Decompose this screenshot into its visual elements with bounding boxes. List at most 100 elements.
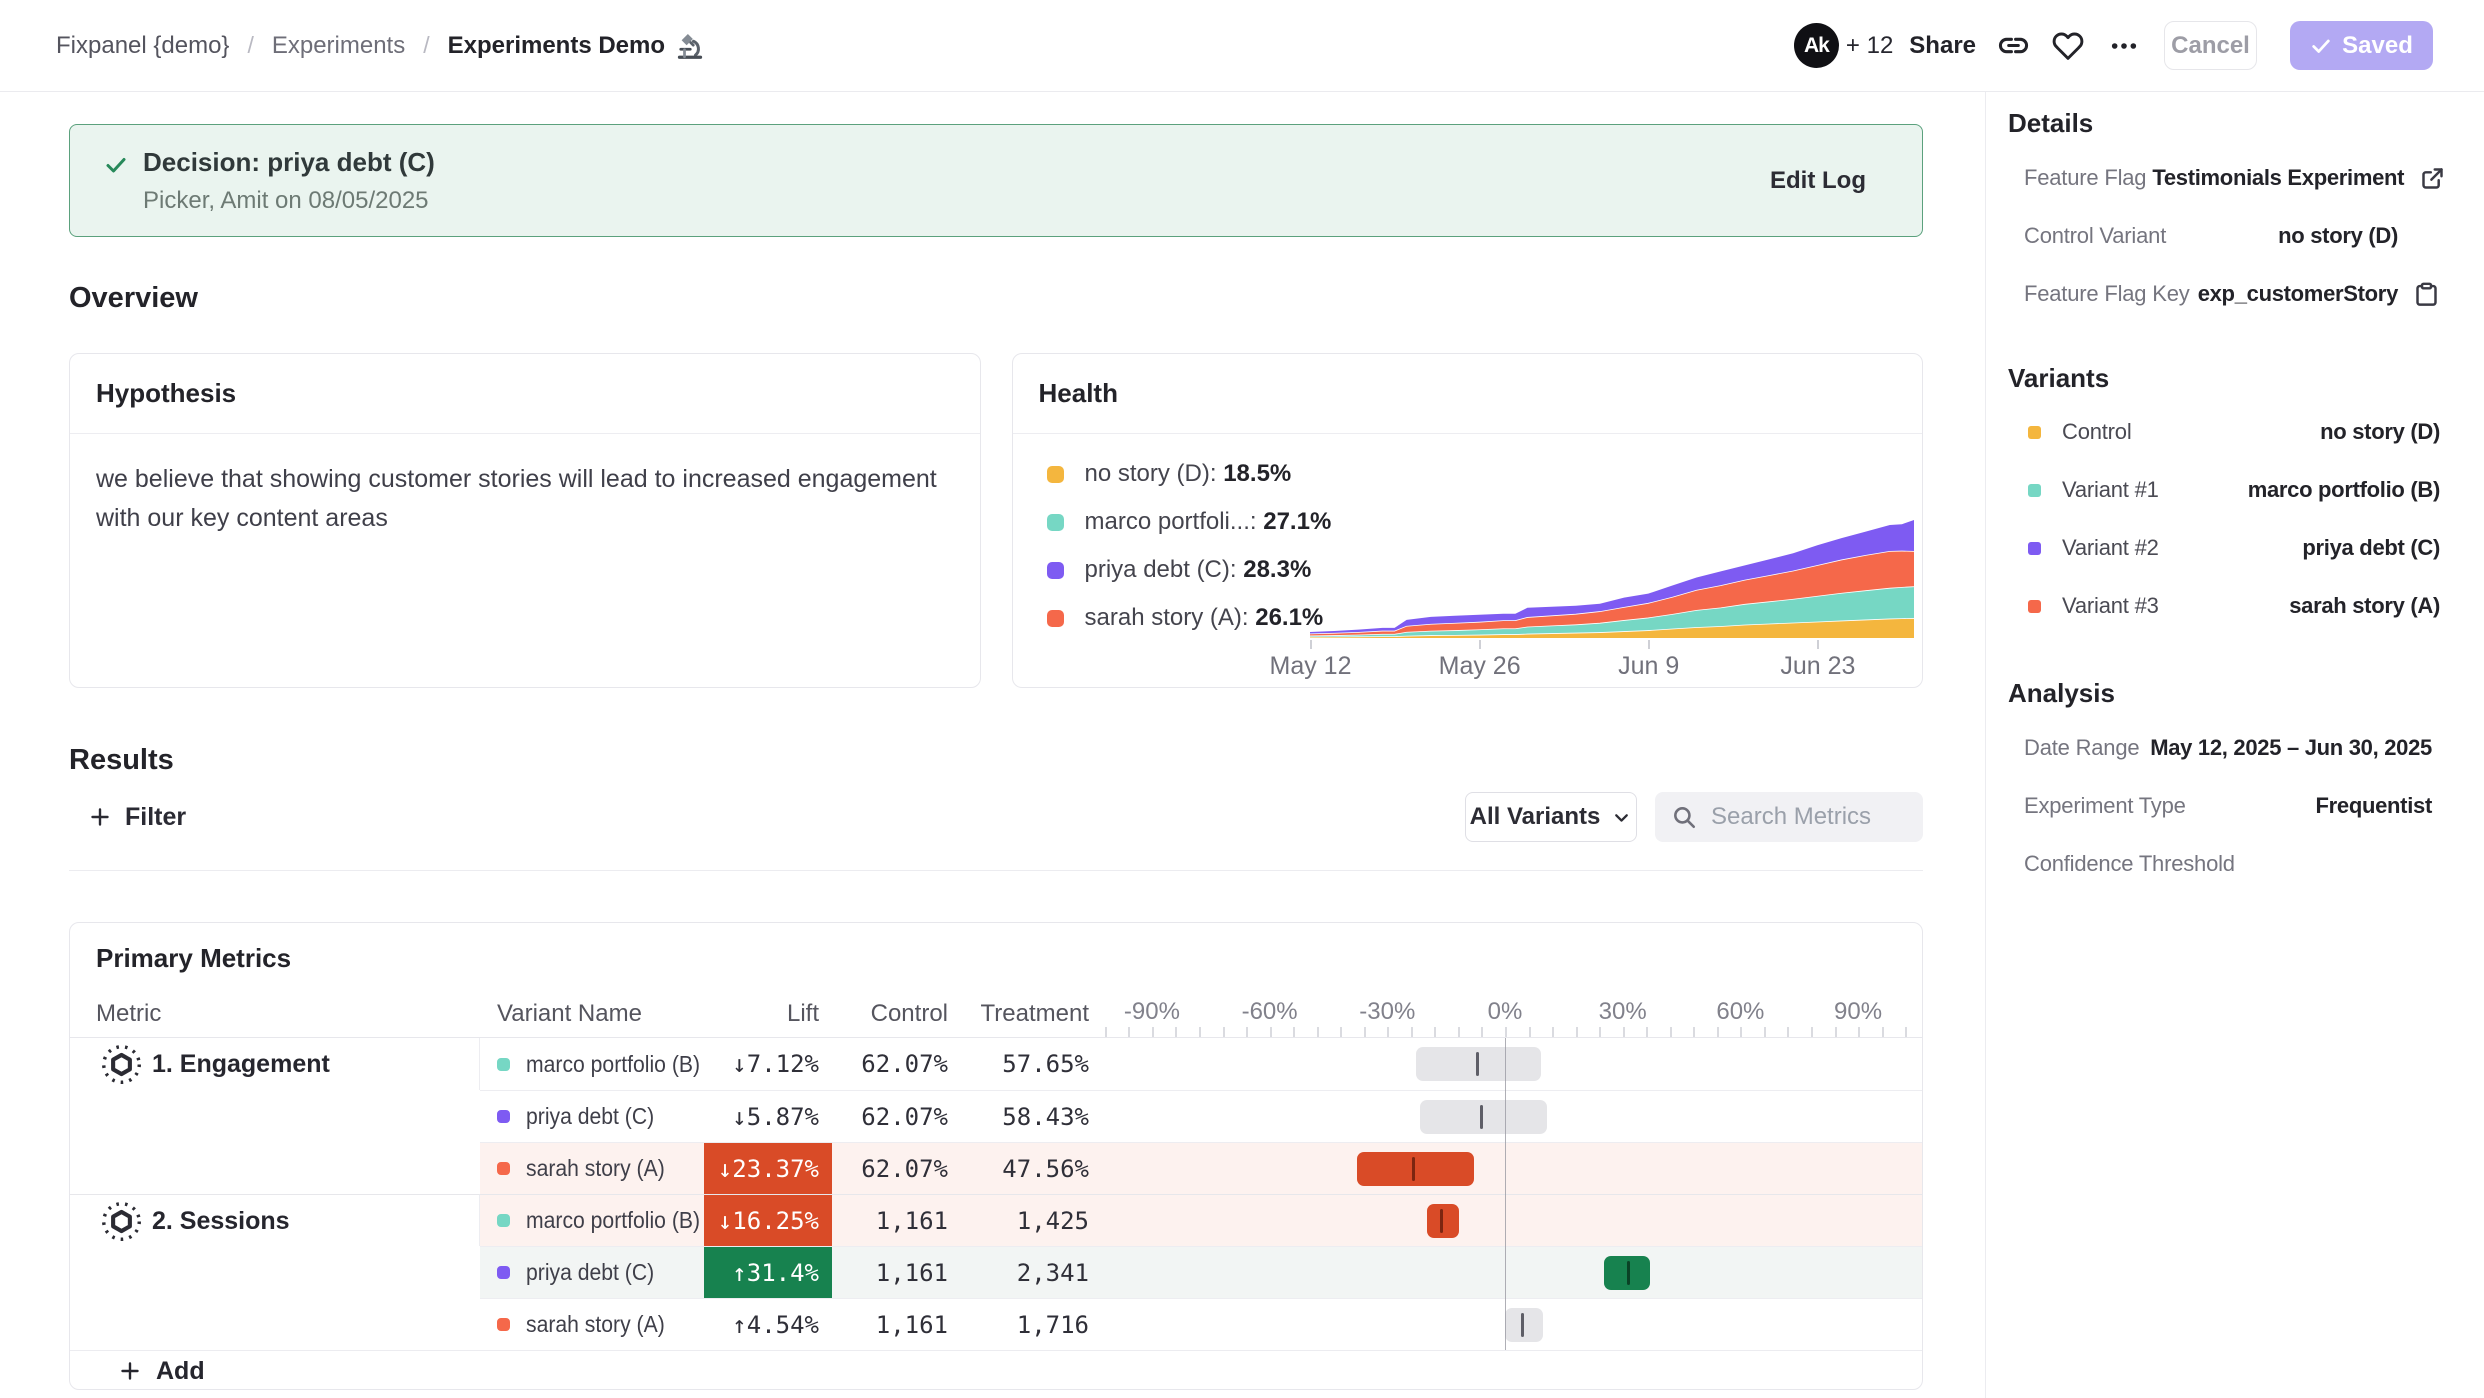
link-icon [1997,29,2030,62]
variant-name: marco portfolio (B) [526,1051,700,1078]
analysis-rows: Date Range May 12, 2025 – Jun 30, 2025 E… [2008,719,2462,893]
detail-row: Feature Flag Key exp_customerStory [2008,265,2462,323]
variant-cell: sarah story (A) [480,1298,704,1350]
breadcrumb-project[interactable]: Fixpanel {demo} [56,32,229,60]
more-options-button[interactable] [2108,30,2140,62]
confidence-interval-cell [1100,1298,1923,1350]
hypothesis-card: Hypothesis we believe that showing custo… [69,353,981,688]
detail-row: Feature Flag Testimonials Experiment [2008,149,2462,207]
variant-name: priya debt (C) [526,1259,654,1286]
add-filter-button[interactable]: Filter [88,803,186,832]
metric-icon [101,1044,142,1085]
axis-label: 0% [1488,998,1523,1026]
x-tick-label: May 12 [1270,652,1352,681]
column-header-control: Control [832,991,960,1038]
edit-log-button[interactable]: Edit Log [1770,167,1866,195]
page-title: Experiments Demo [448,32,665,60]
avatar[interactable]: Ak [1794,23,1839,68]
ruler-tick [1128,1027,1130,1037]
ruler-tick [1340,1027,1342,1037]
legend-item[interactable]: sarah story (A): 26.1% [1047,594,1332,642]
analysis-row: Confidence Threshold [2008,835,2462,893]
control-value: 1,161 [832,1246,960,1298]
variant-label: Variant #1 [2062,477,2159,503]
breadcrumb-separator: / [423,32,429,59]
ruler-tick [1199,1027,1201,1037]
variant-cell: marco portfolio (B) [480,1194,704,1246]
detail-value[interactable]: exp_customerStory [2198,281,2398,307]
cancel-button[interactable]: Cancel [2164,21,2257,70]
control-value: 1,161 [832,1194,960,1246]
results-toolbar: Filter All Variants [69,792,1923,842]
x-tick [1479,640,1481,649]
results-heading: Results [69,744,1923,777]
ruler-tick [1787,1027,1789,1037]
heart-icon [2052,30,2084,62]
confidence-interval-bar[interactable] [1427,1204,1459,1238]
control-value: 62.07% [832,1090,960,1142]
avatar-initials: Ak [1804,34,1829,58]
ruler-tick [1717,1027,1719,1037]
legend-item[interactable]: marco portfoli...: 27.1% [1047,498,1332,546]
collaborators-count[interactable]: + 12 [1846,32,1893,60]
ruler-tick [1505,1027,1507,1037]
variant-swatch [2028,484,2041,497]
breadcrumb-experiments[interactable]: Experiments [272,32,405,60]
confidence-interval-bar[interactable] [1420,1100,1547,1134]
external-link-icon[interactable] [2404,165,2446,192]
ruler-tick [1599,1027,1601,1037]
confidence-interval-bar[interactable] [1505,1308,1543,1342]
health-legend: no story (D): 18.5% marco portfoli...: 2… [1047,450,1332,642]
axis-label: 60% [1716,998,1764,1026]
analysis-label: Confidence Threshold [2008,851,2235,877]
variants-dropdown-value: All Variants [1470,803,1601,831]
details-sidebar: Details Feature Flag Testimonials Experi… [1985,92,2484,1398]
legend-item[interactable]: no story (D): 18.5% [1047,450,1332,498]
details-heading: Details [2008,108,2462,139]
ruler-tick [1552,1027,1554,1037]
control-value: 62.07% [832,1142,960,1194]
search-metrics-input[interactable] [1711,803,1911,831]
ruler-tick [1905,1027,1907,1037]
copy-icon[interactable] [2398,281,2440,308]
column-header-metric: Metric [70,991,480,1038]
breadcrumb-current: Experiments Demo [448,31,705,61]
legend-item[interactable]: priya debt (C): 28.3% [1047,546,1332,594]
lift-value: ↓16.25% [704,1194,832,1246]
chevron-down-icon [1611,807,1632,828]
confidence-interval-cell [1100,1142,1923,1194]
share-button[interactable]: Share [1909,32,1976,60]
legend-swatch [1047,514,1064,531]
metrics-table-footer: Add [70,1350,1922,1390]
copy-link-button[interactable] [1997,29,2030,62]
detail-value[interactable]: no story (D) [2278,223,2398,249]
legend-value: 18.5% [1217,460,1292,488]
variant-name: sarah story (A) [526,1155,665,1182]
lift-point-marker [1476,1052,1479,1076]
variants-dropdown[interactable]: All Variants [1465,792,1637,842]
analysis-row: Date Range May 12, 2025 – Jun 30, 2025 [2008,719,2462,777]
legend-swatch [1047,610,1064,627]
search-metrics-box[interactable] [1655,792,1923,842]
ruler-tick [1293,1027,1295,1037]
variant-cell: sarah story (A) [480,1142,704,1194]
variant-name: priya debt (C) [526,1103,654,1130]
favorite-button[interactable] [2052,30,2084,62]
lift-value: ↑4.54% [704,1298,832,1350]
legend-label: sarah story (A): [1085,604,1249,632]
confidence-interval-bar[interactable] [1357,1152,1474,1186]
ruler-tick [1458,1027,1460,1037]
primary-metrics-card: Primary Metrics Metric Variant Name Lift… [69,922,1923,1390]
lift-point-marker [1440,1209,1443,1233]
ruler-tick [1152,1027,1154,1037]
add-metric-button[interactable]: Add [118,1357,205,1386]
detail-label: Feature Flag Key [2008,281,2190,307]
ruler-tick [1529,1027,1531,1037]
top-actions: Ak + 12 Share Cancel Saved [1794,21,2433,70]
variant-swatch [2028,426,2041,439]
ruler-tick [1364,1027,1366,1037]
ruler-tick [1811,1027,1813,1037]
variants-rows: Control no story (D) Variant #1 marco po… [2008,403,2462,635]
detail-value[interactable]: Testimonials Experiment [2152,165,2404,191]
saved-button[interactable]: Saved [2290,21,2433,70]
